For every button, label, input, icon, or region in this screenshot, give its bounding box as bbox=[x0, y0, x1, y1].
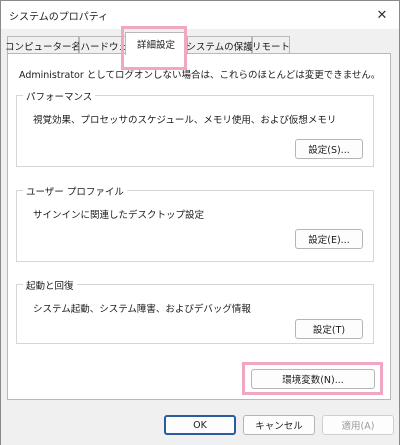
tab-label: システムの保護 bbox=[186, 41, 253, 53]
tab-system-protection[interactable]: システムの保護 bbox=[186, 36, 253, 54]
tab-label: コンピューター名 bbox=[5, 41, 82, 53]
user-profile-settings-button[interactable]: 設定(E)... bbox=[295, 229, 363, 249]
tab-hardware[interactable]: ハードウェア bbox=[79, 36, 126, 54]
system-properties-window: システムのプロパティ ✕ コンピューター名 ハードウェア 詳細設定 システムの保… bbox=[0, 0, 400, 445]
startup-recovery-group: 起動と回復 システム起動、システム障害、およびデバッグ情報 設定(T) bbox=[16, 278, 374, 344]
close-icon[interactable]: ✕ bbox=[365, 1, 399, 29]
user-profile-description: サインインに関連したデスクトップ設定 bbox=[33, 210, 205, 221]
user-profile-group: ユーザー プロファイル サインインに関連したデスクトップ設定 設定(E)... bbox=[16, 184, 374, 262]
startup-recovery-settings-button[interactable]: 設定(T) bbox=[295, 319, 363, 339]
tab-label: リモート bbox=[252, 41, 291, 53]
performance-group: パフォーマンス 視覚効果、プロセッサのスケジュール、メモリ使用、および仮想メモリ… bbox=[16, 89, 374, 167]
startup-recovery-description: システム起動、システム障害、およびデバッグ情報 bbox=[33, 304, 251, 315]
cancel-button[interactable]: キャンセル bbox=[243, 415, 315, 435]
user-profile-title: ユーザー プロファイル bbox=[23, 184, 127, 198]
performance-settings-button[interactable]: 設定(S)... bbox=[295, 139, 363, 159]
tab-label: ハードウェア bbox=[80, 41, 125, 53]
tab-remote[interactable]: リモート bbox=[252, 36, 290, 54]
environment-variables-button[interactable]: 環境変数(N)... bbox=[251, 369, 375, 389]
tab-label: 詳細設定 bbox=[136, 40, 175, 51]
tab-advanced[interactable]: 詳細設定 bbox=[125, 32, 187, 55]
performance-title: パフォーマンス bbox=[23, 89, 96, 103]
admin-notice: Administrator としてログオンしない場合は、これらのほとんどは変更で… bbox=[19, 70, 381, 81]
tab-computer-name[interactable]: コンピューター名 bbox=[5, 36, 82, 54]
apply-button[interactable]: 適用(A) bbox=[322, 415, 394, 435]
tab-strip: コンピューター名 ハードウェア 詳細設定 システムの保護 リモート bbox=[5, 32, 393, 55]
dialog-button-bar: OK キャンセル 適用(A) bbox=[1, 401, 399, 445]
performance-description: 視覚効果、プロセッサのスケジュール、メモリ使用、および仮想メモリ bbox=[33, 115, 337, 126]
ok-button[interactable]: OK bbox=[164, 415, 236, 435]
window-title: システムのプロパティ bbox=[9, 12, 109, 23]
startup-recovery-title: 起動と回復 bbox=[23, 278, 77, 292]
title-bar: システムのプロパティ ✕ bbox=[1, 1, 399, 29]
